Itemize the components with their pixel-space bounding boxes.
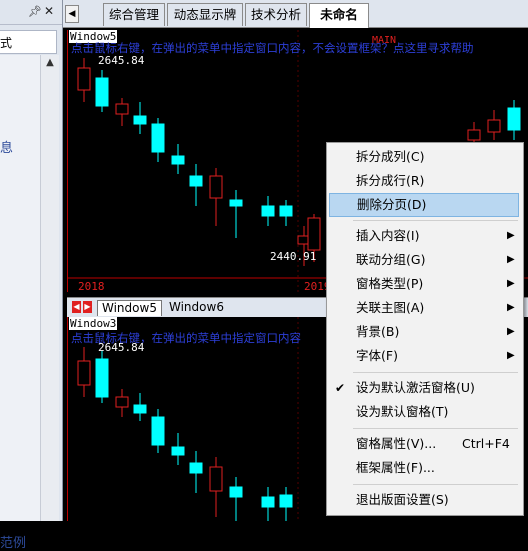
menu-separator [353, 220, 518, 221]
candle-body [261, 496, 275, 508]
year-label: 2018 [78, 280, 105, 293]
candle-body [467, 129, 481, 141]
candle-group [77, 347, 293, 521]
candle-body [171, 155, 185, 165]
candle-body [95, 77, 109, 107]
menu-item-font[interactable]: 字体(F) ▶ [329, 345, 519, 367]
menu-item-set-default-active-pane[interactable]: ✔ 设为默认激活窗格(U) [329, 377, 519, 399]
menu-item-exit-layout[interactable]: 退出版面设置(S) [329, 489, 519, 511]
window-tab-6[interactable]: Window6 [165, 300, 228, 315]
submenu-arrow-icon: ▶ [507, 302, 515, 313]
candle-body [261, 205, 275, 217]
tab-overview[interactable]: 综合管理 [103, 3, 165, 26]
tab-dynamic-board[interactable]: 动态显示牌 [167, 3, 243, 26]
pin-icon[interactable]: 📌︎ [28, 5, 42, 18]
main-label: MAIN [372, 35, 397, 46]
menu-item-link-main-chart[interactable]: 关联主图(A) ▶ [329, 297, 519, 319]
submenu-arrow-icon: ▶ [507, 278, 515, 289]
candle-body [229, 199, 243, 207]
menu-shortcut: Ctrl+F4 [462, 436, 510, 451]
candle-body [171, 446, 185, 456]
candle-body [151, 416, 165, 446]
submenu-arrow-icon: ▶ [507, 350, 515, 361]
candle-body [151, 123, 165, 153]
menu-item-set-default-pane[interactable]: 设为默认窗格(T) [329, 401, 519, 423]
candle-body [77, 360, 91, 386]
menu-separator [353, 372, 518, 373]
candle-body [77, 67, 91, 91]
candle-body [133, 115, 147, 125]
left-panel-title-bar: 📌︎ ✕ [0, 0, 62, 25]
window-next-icon[interactable]: ▶ [83, 301, 92, 313]
window-tab-5[interactable]: Window5 [97, 300, 162, 316]
submenu-arrow-icon: ▶ [507, 254, 515, 265]
candle-body [279, 205, 293, 217]
candle-body [209, 466, 223, 492]
menu-item-delete-page[interactable]: 删除分页(D) [329, 193, 519, 217]
menu-item-split-columns[interactable]: 拆分成列(C) [329, 146, 519, 168]
tab-scroll-left-icon[interactable]: ◀ [65, 5, 79, 23]
left-panel-item[interactable]: 范例 [0, 532, 26, 551]
close-icon[interactable]: ✕ [44, 4, 54, 18]
candle-body [507, 107, 521, 131]
candle-body [95, 358, 109, 398]
left-tab-label: 式 [0, 36, 13, 50]
high-price-label: 2645.84 [98, 54, 145, 67]
window-prev-icon[interactable]: ◀ [72, 301, 81, 313]
candle-body [209, 175, 223, 199]
menu-item-split-rows[interactable]: 拆分成行(R) [329, 170, 519, 192]
candle-body [115, 396, 129, 408]
candle-body [133, 404, 147, 414]
check-icon: ✔ [335, 381, 346, 395]
menu-item-background[interactable]: 背景(B) ▶ [329, 321, 519, 343]
menu-separator [353, 428, 518, 429]
left-panel-tab[interactable]: 式 [0, 30, 57, 54]
menu-item-insert-content[interactable]: 插入内容(I) ▶ [329, 225, 519, 247]
high-price-label: 2645.84 [98, 341, 145, 354]
tab-technical-analysis[interactable]: 技术分析 [245, 3, 307, 26]
candle-body [279, 494, 293, 508]
left-panel-item[interactable]: 息 [0, 137, 13, 156]
context-menu: 拆分成列(C) 拆分成行(R) 删除分页(D) 插入内容(I) ▶ 联动分组(G)… [326, 142, 524, 516]
submenu-arrow-icon: ▶ [507, 230, 515, 241]
low-price-label: 2440.91 [270, 250, 317, 263]
submenu-arrow-icon: ▶ [507, 326, 515, 337]
tab-bar: ◀ 综合管理 动态显示牌 技术分析 未命名 [63, 0, 528, 28]
tab-untitled[interactable]: 未命名 [309, 3, 369, 28]
candle-body [189, 175, 203, 187]
menu-item-pane-properties[interactable]: 窗格属性(V)... Ctrl+F4 [329, 433, 519, 455]
left-panel-scrollbar[interactable]: ▲ [40, 55, 59, 521]
window-label: Window3 [69, 317, 118, 330]
menu-item-link-group[interactable]: 联动分组(G) ▶ [329, 249, 519, 271]
candle-body [189, 462, 203, 474]
menu-item-frame-properties[interactable]: 框架属性(F)... [329, 457, 519, 479]
candle-body [115, 103, 129, 115]
candle-body [229, 486, 243, 498]
candle-body [307, 217, 321, 251]
menu-separator [353, 484, 518, 485]
scroll-up-icon[interactable]: ▲ [42, 57, 58, 73]
left-panel-content: 息 范例 [0, 55, 40, 551]
left-panel: 📌︎ ✕ 式 息 范例 ▲ [0, 0, 63, 551]
candle-body [487, 119, 501, 133]
menu-item-pane-type[interactable]: 窗格类型(P) ▶ [329, 273, 519, 295]
